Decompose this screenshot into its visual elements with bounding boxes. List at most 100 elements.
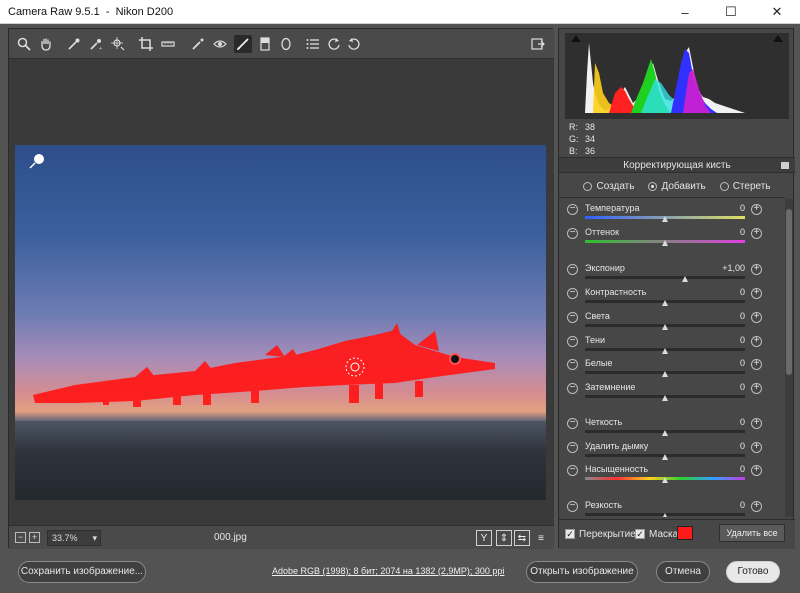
highlight-clipping-icon[interactable] bbox=[773, 35, 783, 42]
radio-erase[interactable] bbox=[719, 181, 729, 191]
decrease-icon[interactable]: − bbox=[567, 501, 578, 512]
slider-thumb[interactable] bbox=[662, 371, 668, 377]
slider-thumb[interactable] bbox=[662, 477, 668, 483]
zoom-select[interactable]: 33.7% ▾ bbox=[47, 530, 101, 546]
decrease-icon[interactable]: − bbox=[567, 359, 578, 370]
decrease-icon[interactable]: − bbox=[567, 442, 578, 453]
increase-icon[interactable]: + bbox=[751, 501, 762, 512]
mask-checkbox[interactable]: ✓ bbox=[635, 529, 645, 539]
open-image-button[interactable]: Открыть изображение bbox=[526, 561, 638, 583]
decrease-icon[interactable]: − bbox=[567, 336, 578, 347]
decrease-icon[interactable]: − bbox=[567, 204, 578, 215]
crop-icon[interactable] bbox=[137, 35, 155, 53]
rotate-right-icon[interactable] bbox=[345, 35, 363, 53]
window-title: Camera Raw 9.5.1 - Nikon D200 bbox=[8, 6, 174, 18]
fullscreen-icon[interactable] bbox=[529, 35, 547, 53]
slider-label: Экспонир bbox=[585, 263, 625, 273]
mode-add[interactable]: Добавить bbox=[648, 177, 706, 195]
slider-value[interactable]: 0 bbox=[740, 287, 745, 297]
photo-preview[interactable] bbox=[15, 145, 546, 500]
slider-value[interactable]: 0 bbox=[740, 358, 745, 368]
swap-view-button[interactable]: ⇆ bbox=[514, 530, 530, 546]
slider-value[interactable]: +1,00 bbox=[722, 263, 745, 273]
shadow-clipping-icon[interactable] bbox=[571, 35, 581, 42]
slider-thumb[interactable] bbox=[682, 276, 688, 282]
slider-value[interactable]: 0 bbox=[740, 417, 745, 427]
increase-icon[interactable]: + bbox=[751, 264, 762, 275]
workflow-options-link[interactable]: Adobe RGB (1998); 8 бит; 2074 на 1382 (2… bbox=[272, 566, 504, 576]
mode-new[interactable]: Создать bbox=[583, 177, 634, 195]
slider-thumb[interactable] bbox=[662, 324, 668, 330]
increase-icon[interactable]: + bbox=[751, 359, 762, 370]
radio-add[interactable] bbox=[648, 181, 658, 191]
overlay-checkbox[interactable]: ✓ bbox=[565, 529, 575, 539]
slider-thumb[interactable] bbox=[662, 240, 668, 246]
slider-thumb[interactable] bbox=[662, 430, 668, 436]
increase-icon[interactable]: + bbox=[751, 442, 762, 453]
close-button[interactable]: ✕ bbox=[754, 0, 800, 24]
before-after-y-button[interactable]: Y bbox=[476, 530, 492, 546]
slider-value[interactable]: 0 bbox=[740, 227, 745, 237]
decrease-icon[interactable]: − bbox=[567, 288, 578, 299]
target-adjust-icon[interactable] bbox=[109, 35, 127, 53]
slider-thumb[interactable] bbox=[662, 216, 668, 222]
white-balance-icon[interactable] bbox=[65, 35, 83, 53]
decrease-icon[interactable]: − bbox=[567, 264, 578, 275]
decrease-icon[interactable]: − bbox=[567, 418, 578, 429]
minimize-button[interactable]: – bbox=[662, 0, 708, 24]
compare-view-button[interactable]: ⇕ bbox=[496, 530, 512, 546]
radio-new[interactable] bbox=[583, 181, 593, 191]
increase-icon[interactable]: + bbox=[751, 228, 762, 239]
slider-thumb[interactable] bbox=[662, 513, 668, 517]
save-image-button[interactable]: Сохранить изображение... bbox=[18, 561, 146, 583]
slider-value[interactable]: 0 bbox=[740, 464, 745, 474]
color-sampler-icon[interactable]: + bbox=[87, 35, 105, 53]
red-eye-icon[interactable] bbox=[211, 35, 229, 53]
increase-icon[interactable]: + bbox=[751, 383, 762, 394]
delete-all-button[interactable]: Удалить все bbox=[719, 524, 785, 542]
panel-scrollbar[interactable] bbox=[785, 199, 793, 517]
panel-title: Корректирующая кисть bbox=[623, 160, 731, 171]
image-canvas[interactable] bbox=[9, 59, 554, 525]
increase-icon[interactable]: + bbox=[751, 465, 762, 476]
increase-icon[interactable]: + bbox=[751, 336, 762, 347]
zoom-in-button[interactable]: + bbox=[29, 532, 40, 543]
zoom-icon[interactable] bbox=[15, 35, 33, 53]
graduated-filter-icon[interactable] bbox=[256, 35, 274, 53]
preferences-icon[interactable] bbox=[304, 35, 322, 53]
slider-value[interactable]: 0 bbox=[740, 335, 745, 345]
slider-track[interactable] bbox=[585, 276, 745, 279]
decrease-icon[interactable]: − bbox=[567, 383, 578, 394]
adjustment-brush-icon[interactable] bbox=[234, 35, 252, 53]
rotate-left-icon[interactable] bbox=[325, 35, 343, 53]
decrease-icon[interactable]: − bbox=[567, 228, 578, 239]
slider-value[interactable]: 0 bbox=[740, 203, 745, 213]
scrollbar-thumb[interactable] bbox=[786, 209, 792, 375]
slider-value[interactable]: 0 bbox=[740, 500, 745, 510]
hand-icon[interactable] bbox=[37, 35, 55, 53]
mask-color-swatch[interactable] bbox=[677, 526, 693, 540]
radial-filter-icon[interactable] bbox=[277, 35, 295, 53]
slider-thumb[interactable] bbox=[662, 395, 668, 401]
straighten-icon[interactable] bbox=[159, 35, 177, 53]
cancel-button[interactable]: Отмена bbox=[656, 561, 710, 583]
decrease-icon[interactable]: − bbox=[567, 465, 578, 476]
slider-thumb[interactable] bbox=[662, 454, 668, 460]
spot-removal-icon[interactable] bbox=[189, 35, 207, 53]
mode-erase[interactable]: Стереть bbox=[719, 177, 771, 195]
done-button[interactable]: Готово bbox=[726, 561, 780, 583]
slider-value[interactable]: 0 bbox=[740, 311, 745, 321]
maximize-button[interactable]: ☐ bbox=[708, 0, 754, 24]
decrease-icon[interactable]: − bbox=[567, 312, 578, 323]
increase-icon[interactable]: + bbox=[751, 288, 762, 299]
slider-value[interactable]: 0 bbox=[740, 441, 745, 451]
increase-icon[interactable]: + bbox=[751, 204, 762, 215]
increase-icon[interactable]: + bbox=[751, 312, 762, 323]
panel-menu-icon[interactable] bbox=[781, 162, 789, 169]
slider-thumb[interactable] bbox=[662, 300, 668, 306]
slider-thumb[interactable] bbox=[662, 348, 668, 354]
increase-icon[interactable]: + bbox=[751, 418, 762, 429]
zoom-out-button[interactable]: − bbox=[15, 532, 26, 543]
view-settings-icon[interactable]: ≡ bbox=[533, 530, 549, 546]
slider-value[interactable]: 0 bbox=[740, 382, 745, 392]
